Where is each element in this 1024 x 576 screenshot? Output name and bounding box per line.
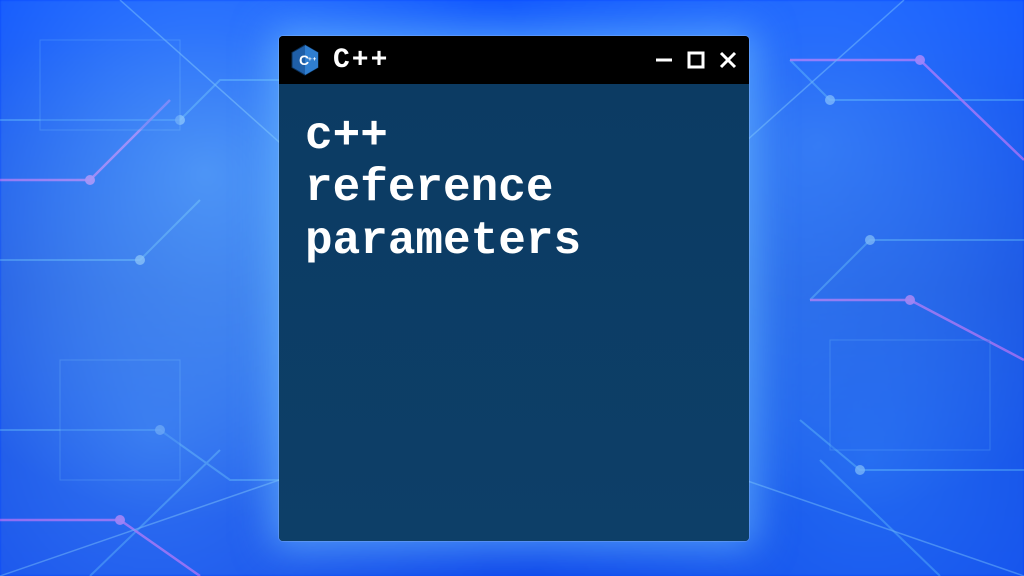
- terminal-window: C + + C++ c++ reference parameters: [279, 36, 749, 541]
- close-button[interactable]: [717, 49, 739, 71]
- window-controls: [653, 49, 739, 71]
- svg-text:+: +: [308, 56, 312, 63]
- maximize-button[interactable]: [685, 49, 707, 71]
- minimize-button[interactable]: [653, 49, 675, 71]
- cpp-icon: C + +: [289, 44, 321, 76]
- titlebar[interactable]: C + + C++: [279, 36, 749, 84]
- app-title: C++: [333, 45, 641, 76]
- terminal-content: c++ reference parameters: [279, 84, 749, 541]
- svg-text:+: +: [313, 56, 317, 63]
